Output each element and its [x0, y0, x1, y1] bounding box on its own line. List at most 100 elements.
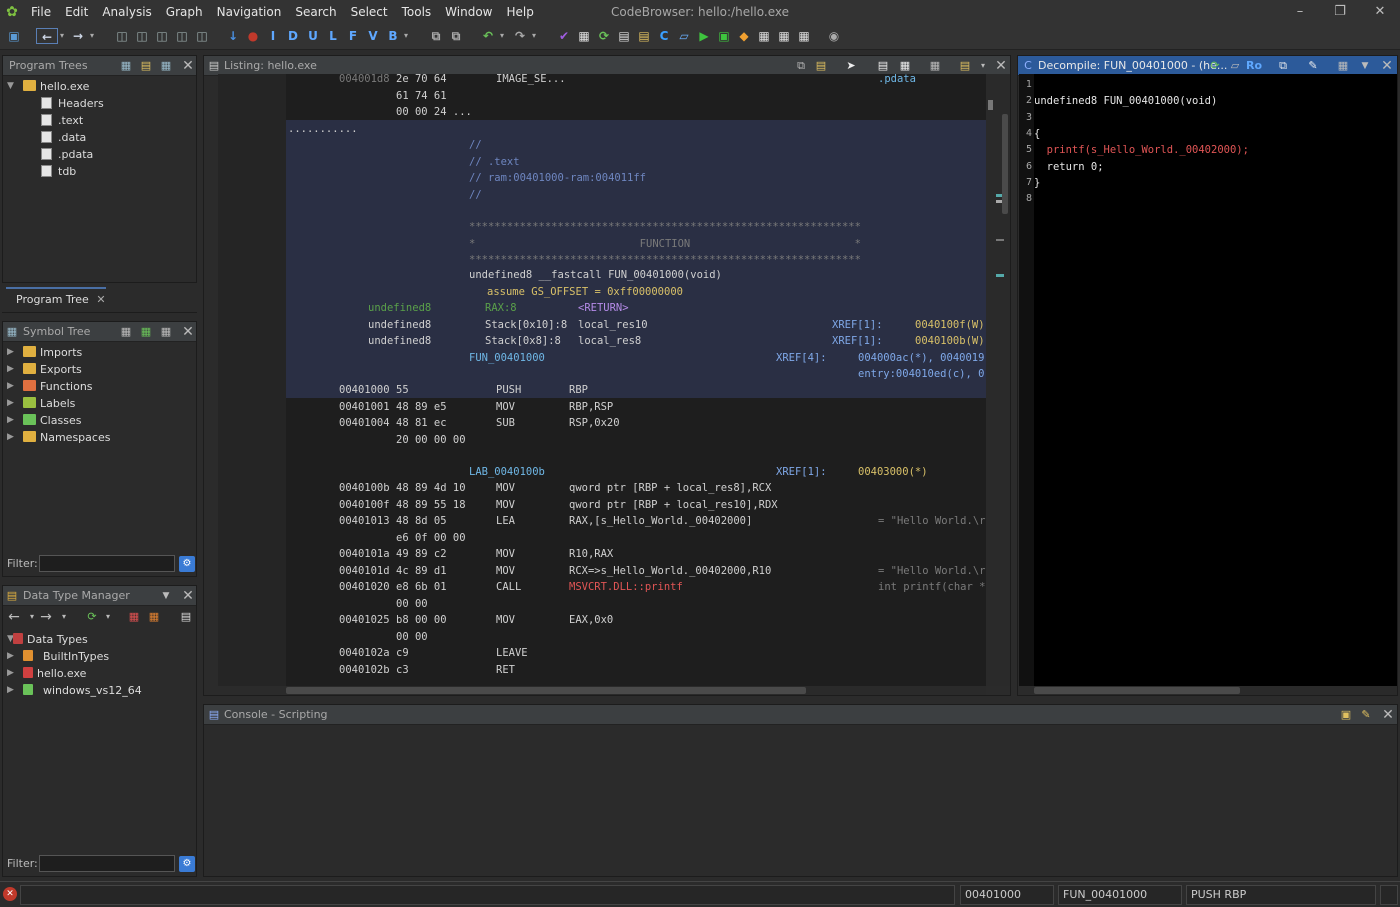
redo-dropdown-icon[interactable]: ▾ [530, 28, 538, 44]
decompile-line[interactable]: printf(s_Hello_World._00402000); [1034, 142, 1249, 158]
close-icon[interactable]: ✕ [181, 589, 195, 603]
diff-icon[interactable]: ▦ [898, 59, 912, 73]
decompile-line[interactable]: return 0; [1034, 159, 1104, 175]
dtm-item-builtin[interactable]: ▶ BuiltInTypes [3, 648, 196, 665]
dtm-item-hello[interactable]: ▶ hello.exe [3, 665, 196, 682]
chevron-right-icon[interactable]: ▶ [7, 361, 17, 378]
dtm-root[interactable]: ▼ Data Types [3, 631, 196, 648]
arrange-icon[interactable]: ⟳ [85, 610, 99, 624]
tree-new-icon[interactable]: ▦ [119, 59, 133, 73]
undo-dropdown-icon[interactable]: ▾ [498, 28, 506, 44]
tree-item-pdata[interactable]: .pdata [3, 146, 196, 163]
nav-undef-icon[interactable]: ◫ [194, 28, 210, 44]
symbol-item-namespaces[interactable]: ▶ Namespaces [3, 429, 196, 446]
forward-dropdown-icon[interactable]: ▾ [88, 28, 96, 44]
chevron-right-icon[interactable]: ▶ [7, 682, 17, 699]
tree-save-icon[interactable]: ▦ [159, 59, 173, 73]
restore-icon[interactable]: ❐ [1320, 0, 1360, 24]
forward-dropdown-icon[interactable]: ▾ [57, 610, 71, 624]
menu-graph[interactable]: Graph [159, 0, 210, 24]
check-icon[interactable]: ✔ [556, 28, 572, 44]
symbol-refresh-icon[interactable]: ▦ [139, 325, 153, 339]
tree-root[interactable]: ▼ hello.exe [3, 78, 196, 95]
nav-prev-icon[interactable]: ◫ [114, 28, 130, 44]
nav-data-icon[interactable]: ◫ [174, 28, 190, 44]
toolbar-letter-i[interactable]: I [265, 28, 281, 44]
snapshot-icon[interactable]: ▦ [928, 59, 942, 73]
listing-view[interactable]: 004001d8 2e 70 64 IMAGE_SE... .pdata 61 74 6… [286, 74, 986, 686]
listing-hscroll-thumb[interactable] [286, 687, 806, 694]
filter-pointers-icon[interactable]: ▦ [147, 610, 161, 624]
close-tab-icon[interactable]: ✕ [96, 293, 105, 306]
tree-item-tdb[interactable]: tdb [3, 163, 196, 180]
memory-icon[interactable]: ▤ [616, 28, 632, 44]
nav-next-icon[interactable]: ◫ [134, 28, 150, 44]
c-icon[interactable]: C [656, 28, 672, 44]
nav-func-icon[interactable]: ◫ [154, 28, 170, 44]
listing-overview-bar[interactable] [986, 74, 1010, 686]
symbol-item-exports[interactable]: ▶ Exports [3, 361, 196, 378]
decompile-view[interactable]: undefined8 FUN_00401000(void) { printf(s_… [1034, 74, 1397, 686]
read-only-icon[interactable]: Ro [1246, 59, 1262, 73]
undo-icon[interactable]: ↶ [480, 28, 496, 44]
decompile-line[interactable]: { [1034, 126, 1040, 142]
script-icon[interactable]: ▣ [716, 28, 732, 44]
menu-help[interactable]: Help [500, 0, 541, 24]
table-icon[interactable]: ▦ [756, 28, 772, 44]
snapshot-icon[interactable]: ▦ [1336, 59, 1350, 73]
menu-edit[interactable]: Edit [58, 0, 95, 24]
listing-scroll-thumb[interactable] [1002, 114, 1008, 214]
chevron-right-icon[interactable]: ▶ [7, 648, 17, 665]
back-icon[interactable]: ← [7, 610, 21, 624]
menu-file[interactable]: File [24, 0, 58, 24]
chevron-right-icon[interactable]: ▶ [7, 395, 17, 412]
tree-item-headers[interactable]: Headers [3, 95, 196, 112]
collapse-icon[interactable]: ▤ [179, 610, 193, 624]
clear-icon[interactable]: ✎ [1359, 708, 1373, 722]
decompile-hscrollbar[interactable] [1034, 686, 1397, 695]
grid-icon[interactable]: ▦ [576, 28, 592, 44]
chevron-right-icon[interactable]: ▶ [7, 412, 17, 429]
tab-program-tree[interactable]: Program Tree ✕ [6, 287, 106, 311]
decompile-line[interactable]: undefined8 FUN_00401000(void) [1034, 93, 1217, 109]
symbol-item-functions[interactable]: ▶ Functions [3, 378, 196, 395]
forward-icon[interactable]: → [70, 28, 86, 44]
back-dropdown-icon[interactable]: ▾ [25, 610, 39, 624]
layout-dropdown-icon[interactable]: ▾ [976, 59, 990, 73]
symbol-item-imports[interactable]: ▶ Imports [3, 344, 196, 361]
paste-icon[interactable]: ⧉ [448, 28, 464, 44]
close-icon[interactable]: ✕ [1380, 59, 1394, 73]
back-dropdown-icon[interactable]: ▾ [58, 28, 66, 44]
dtm-menu-icon[interactable]: ▼ [159, 589, 173, 603]
lock-icon[interactable]: ▣ [1339, 708, 1353, 722]
symbol-link-icon[interactable]: ▦ [159, 325, 173, 339]
forward-icon[interactable]: → [39, 610, 53, 624]
filter-options-icon[interactable]: ⚙ [179, 856, 195, 872]
filter-options-icon[interactable]: ⚙ [179, 556, 195, 572]
refresh-icon[interactable]: ⟳ [1208, 59, 1222, 73]
menu-analysis[interactable]: Analysis [95, 0, 158, 24]
menu-navigation[interactable]: Navigation [210, 0, 289, 24]
toolbar-letter-b[interactable]: B [385, 28, 401, 44]
menu-window[interactable]: Window [438, 0, 499, 24]
minimize-icon[interactable]: – [1280, 0, 1320, 24]
symbol-filter-input[interactable] [39, 555, 175, 572]
copy-icon[interactable]: ⧉ [428, 28, 444, 44]
symbol-item-labels[interactable]: ▶ Labels [3, 395, 196, 412]
chart-icon[interactable]: ▦ [776, 28, 792, 44]
tree-item-data[interactable]: .data [3, 129, 196, 146]
decompile-hscroll-thumb[interactable] [1034, 687, 1240, 694]
chevron-right-icon[interactable]: ▶ [7, 378, 17, 395]
redo-icon[interactable]: ↷ [512, 28, 528, 44]
error-status-icon[interactable]: ✕ [3, 887, 17, 901]
paste-icon[interactable]: ▤ [814, 59, 828, 73]
field-edit-icon[interactable]: ▤ [876, 59, 890, 73]
toolbar-letter-l[interactable]: L [325, 28, 341, 44]
dtm-filter-input[interactable] [39, 855, 175, 872]
tree-icon[interactable]: ▦ [796, 28, 812, 44]
close-window-icon[interactable]: ✕ [1360, 0, 1400, 24]
plugin-icon[interactable]: ◉ [826, 28, 842, 44]
listing-hscrollbar[interactable] [286, 686, 986, 695]
symbol-item-classes[interactable]: ▶ Classes [3, 412, 196, 429]
close-icon[interactable]: ✕ [994, 59, 1008, 73]
